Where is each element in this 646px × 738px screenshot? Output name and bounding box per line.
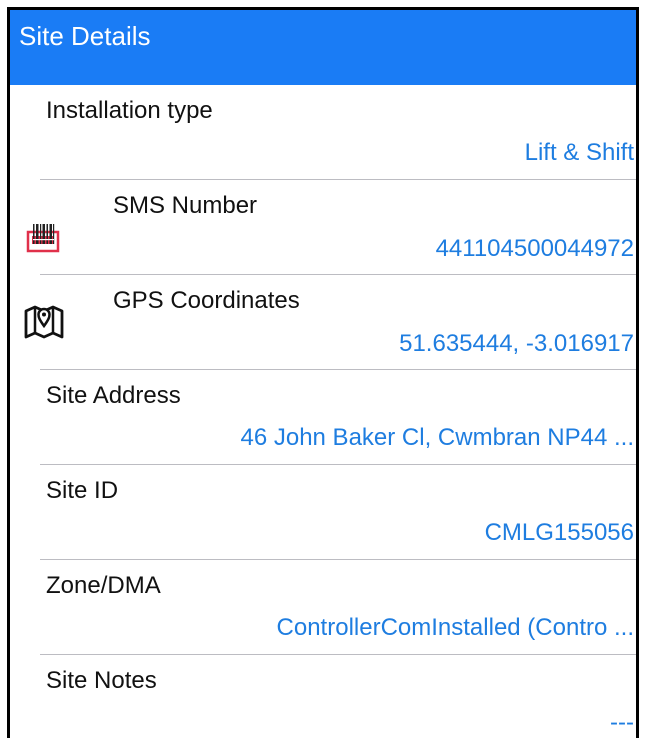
row-site-id[interactable]: Site ID CMLG155056 <box>10 465 636 560</box>
gps-coordinates-value[interactable]: 51.635444, -3.016917 <box>399 330 636 358</box>
installation-type-label: Installation type <box>46 97 213 124</box>
sms-number-label: SMS Number <box>113 192 258 219</box>
gps-coordinates-label: GPS Coordinates <box>113 287 300 314</box>
row-zone-dma[interactable]: Zone/DMA ControllerComInstalled (Contro … <box>10 560 636 655</box>
row-site-address[interactable]: Site Address 46 John Baker Cl, Cwmbran N… <box>10 370 636 465</box>
site-notes-label: Site Notes <box>46 667 157 694</box>
page-title: Site Details <box>10 10 636 85</box>
site-details-screen: Site Details Installation type Lift & Sh… <box>7 7 639 738</box>
zone-dma-value[interactable]: ControllerComInstalled (Contro ... <box>277 614 636 642</box>
site-address-label: Site Address <box>46 382 181 409</box>
row-gps-coordinates[interactable]: GPS Coordinates 51.635444, -3.016917 <box>10 275 636 370</box>
details-list: Installation type Lift & Shift SMS Numbe… <box>10 85 636 738</box>
zone-dma-label: Zone/DMA <box>46 572 161 599</box>
site-id-value[interactable]: CMLG155056 <box>485 519 636 547</box>
row-site-notes[interactable]: Site Notes --- <box>10 655 636 738</box>
map-pin-icon <box>23 300 64 340</box>
row-installation-type[interactable]: Installation type Lift & Shift <box>10 85 636 180</box>
site-id-label: Site ID <box>46 477 119 504</box>
site-notes-value[interactable]: --- <box>610 709 636 737</box>
installation-type-value[interactable]: Lift & Shift <box>525 139 636 167</box>
sim-barcode-icon <box>24 218 64 258</box>
site-address-value[interactable]: 46 John Baker Cl, Cwmbran NP44 ... <box>240 424 636 452</box>
row-sms-number[interactable]: SMS Number 441104500044972 <box>10 180 636 275</box>
sms-number-value[interactable]: 441104500044972 <box>436 235 636 263</box>
